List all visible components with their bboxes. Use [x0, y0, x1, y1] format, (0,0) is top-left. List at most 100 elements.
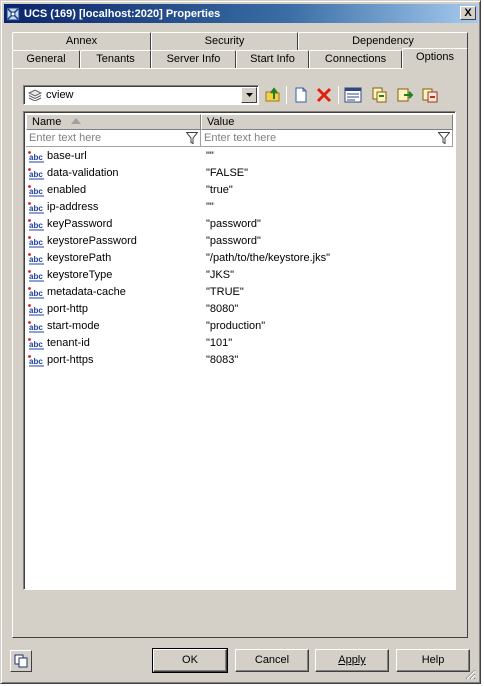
- property-row[interactable]: abc base-url "": [26, 149, 452, 166]
- filter-icon[interactable]: [185, 131, 199, 145]
- tab-connections[interactable]: Connections: [309, 50, 402, 68]
- property-row[interactable]: abc port-http "8080": [26, 302, 452, 319]
- tab-general[interactable]: General: [12, 50, 80, 68]
- new-button[interactable]: [291, 85, 311, 105]
- property-name: port-https: [47, 354, 94, 366]
- value-filter-input[interactable]: [204, 131, 429, 145]
- svg-text:abc: abc: [29, 153, 43, 162]
- property-name: port-http: [47, 303, 88, 315]
- delete-button[interactable]: [314, 85, 334, 105]
- tab-label: Dependency: [352, 35, 414, 47]
- chevron-down-icon[interactable]: [241, 87, 257, 103]
- title-bar[interactable]: UCS (169) [localhost:2020] Properties X: [4, 4, 478, 23]
- property-value[interactable]: "FALSE": [206, 167, 248, 179]
- property-name: tenant-id: [47, 337, 90, 349]
- property-row[interactable]: abc data-validation "FALSE": [26, 166, 452, 183]
- tab-label: General: [26, 53, 66, 65]
- svg-text:abc: abc: [29, 221, 43, 230]
- import-button[interactable]: [420, 85, 440, 105]
- property-value[interactable]: "101": [206, 337, 232, 349]
- layers-icon: [27, 89, 43, 102]
- svg-text:abc: abc: [29, 289, 43, 298]
- filter-icon[interactable]: [437, 131, 451, 145]
- abc-string-icon: abc: [28, 253, 45, 268]
- svg-text:abc: abc: [29, 204, 43, 213]
- property-value[interactable]: "true": [206, 184, 233, 196]
- property-row[interactable]: abc metadata-cache "TRUE": [26, 285, 452, 302]
- property-value[interactable]: "8083": [206, 354, 238, 366]
- tab-label: Options: [416, 51, 454, 63]
- property-name: data-validation: [47, 167, 119, 179]
- up-folder-button[interactable]: [263, 85, 283, 105]
- svg-text:abc: abc: [29, 187, 43, 196]
- property-row[interactable]: abc keystoreType "JKS": [26, 268, 452, 285]
- abc-string-icon: abc: [28, 185, 45, 200]
- property-row[interactable]: abc enabled "true": [26, 183, 452, 200]
- column-header-name[interactable]: Name: [26, 114, 201, 130]
- properties-window: UCS (169) [localhost:2020] Properties X …: [0, 0, 481, 684]
- tab-security[interactable]: Security: [151, 32, 298, 50]
- tab-label: Security: [204, 35, 245, 47]
- tab-label: Server Info: [166, 53, 221, 65]
- property-row[interactable]: abc keystorePassword "password": [26, 234, 452, 251]
- copy-settings-button[interactable]: [370, 85, 390, 105]
- abc-string-icon: abc: [28, 338, 45, 353]
- property-value[interactable]: "8080": [206, 303, 238, 315]
- close-button[interactable]: X: [460, 6, 476, 20]
- view-selector[interactable]: cview: [23, 85, 259, 105]
- tab-start-info[interactable]: Start Info: [236, 50, 309, 68]
- property-name: keystorePassword: [47, 235, 137, 247]
- column-header-value[interactable]: Value: [201, 114, 453, 130]
- property-value[interactable]: "/path/to/the/keystore.jks": [206, 252, 330, 264]
- property-row[interactable]: abc port-https "8083": [26, 353, 452, 370]
- new-document-icon: [295, 87, 307, 103]
- property-value[interactable]: "TRUE": [206, 286, 244, 298]
- tab-options[interactable]: Options: [402, 48, 468, 69]
- window-title: UCS (169) [localhost:2020] Properties: [24, 7, 221, 20]
- options-grid[interactable]: Name Value abc base-url "" abc data-validati…: [23, 111, 456, 590]
- properties-button[interactable]: [343, 85, 363, 105]
- toolbar-separator: [286, 86, 287, 104]
- copy-pages-icon: [14, 654, 28, 668]
- tab-label: Connections: [324, 53, 387, 65]
- name-filter-input[interactable]: [29, 131, 179, 145]
- value-filter: [201, 130, 453, 147]
- resize-grip-icon[interactable]: [464, 668, 476, 680]
- tab-label: Tenants: [96, 53, 135, 65]
- export-button[interactable]: [395, 85, 415, 105]
- cancel-button[interactable]: Cancel: [235, 649, 309, 672]
- export-icon: [397, 88, 414, 102]
- help-button[interactable]: Help: [396, 649, 470, 672]
- property-value[interactable]: "production": [206, 320, 265, 332]
- property-row[interactable]: abc start-mode "production": [26, 319, 452, 336]
- svg-text:abc: abc: [29, 255, 43, 264]
- property-row[interactable]: abc tenant-id "101": [26, 336, 452, 353]
- tab-annex[interactable]: Annex: [12, 32, 151, 50]
- ok-button[interactable]: OK: [152, 648, 228, 673]
- property-value[interactable]: "": [206, 201, 214, 213]
- property-row[interactable]: abc ip-address "": [26, 200, 452, 217]
- property-value[interactable]: "password": [206, 235, 261, 247]
- view-selector-value: cview: [46, 89, 74, 101]
- delete-icon: [316, 87, 332, 103]
- property-value[interactable]: "": [206, 150, 214, 162]
- apply-button[interactable]: Apply: [315, 649, 389, 672]
- svg-text:abc: abc: [29, 340, 43, 349]
- app-icon: [6, 7, 20, 21]
- copy-to-clipboard-button[interactable]: [10, 650, 32, 672]
- property-value[interactable]: "JKS": [206, 269, 234, 281]
- abc-string-icon: abc: [28, 236, 45, 251]
- tab-label: Annex: [65, 35, 98, 47]
- abc-string-icon: abc: [28, 321, 45, 336]
- import-icon: [422, 88, 438, 103]
- property-value[interactable]: "password": [206, 218, 261, 230]
- property-row[interactable]: abc keystorePath "/path/to/the/keystore.jk…: [26, 251, 452, 268]
- tab-server-info[interactable]: Server Info: [151, 50, 236, 68]
- tab-tenants[interactable]: Tenants: [80, 50, 151, 68]
- column-header-label: Value: [207, 116, 235, 128]
- property-name: start-mode: [47, 320, 100, 332]
- abc-string-icon: abc: [28, 270, 45, 285]
- abc-string-icon: abc: [28, 355, 45, 370]
- property-row[interactable]: abc keyPassword "password": [26, 217, 452, 234]
- tab-label: Start Info: [250, 53, 295, 65]
